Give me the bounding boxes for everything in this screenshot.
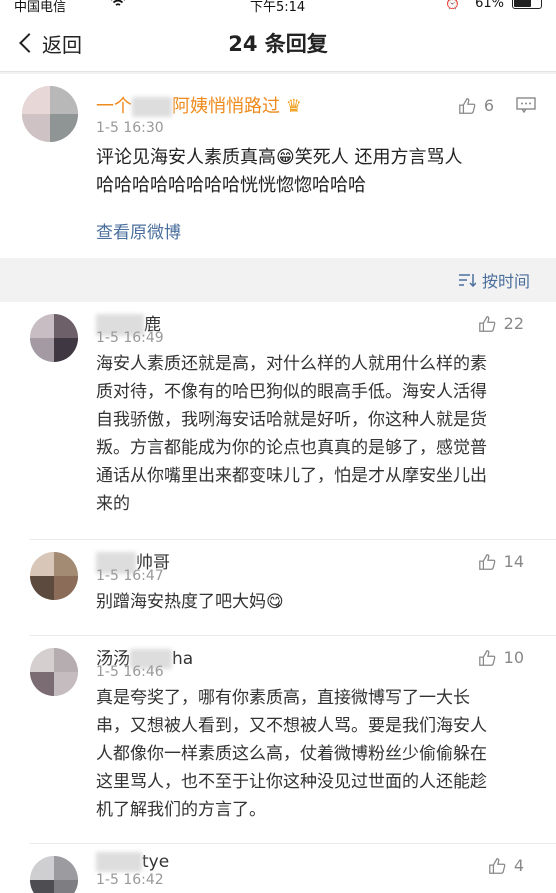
text-line: 哈哈哈哈哈哈哈哈恍恍惚惚哈哈哈 <box>96 175 366 196</box>
thumbs-up-icon <box>478 649 496 666</box>
battery-percent: 61% <box>475 0 504 11</box>
like-count: 22 <box>503 314 524 333</box>
text-line: 机了解我们的方言了。 <box>96 800 266 820</box>
main-timestamp: 1-5 16:30 <box>96 120 164 136</box>
like-count: 10 <box>503 648 524 667</box>
thumbs-up-icon <box>478 553 496 570</box>
reply-text: 真是夸奖了，哪有你素质高，直接微博写了一大长 串，又想被人看到，又不想被人骂。要… <box>96 684 536 824</box>
text-line: 评论见海安人素质真高😁笑死人 还用方言骂人 <box>96 147 463 168</box>
username-suffix: ha <box>172 649 194 669</box>
avatar[interactable] <box>30 314 78 362</box>
nav-bar: 返回 24 条回复 <box>0 14 556 72</box>
text-line: 自我骄傲，我咧海安话哈就是好听，你这种人就是货 <box>96 410 487 430</box>
reply-timestamp: 1-5 16:47 <box>96 568 164 584</box>
text-line: 真是夸奖了，哪有你素质高，直接微博写了一大长 <box>96 688 470 708</box>
text-line: 海安人素质还就是高，对什么样的人就用什么样的素 <box>96 354 487 374</box>
avatar[interactable] <box>30 856 78 893</box>
thumbs-up-icon <box>458 97 476 114</box>
reply-text: 海安人素质还就是高，对什么样的人就用什么样的素 质对待，不像有的哈巴狗似的眼高手… <box>96 350 536 518</box>
like-count: 6 <box>483 96 494 115</box>
text-line: 这里骂人，也不至于让你这种没见过世面的人还能趁 <box>96 772 487 792</box>
reply-timestamp: 1-5 16:46 <box>96 664 164 680</box>
reply-item: 帅哥 1-5 16:47 14 别蹭海安热度了吧大妈😋 <box>0 540 556 636</box>
username-suffix: tye <box>142 852 170 872</box>
sort-bar: 按时间 <box>0 258 556 302</box>
alarm-icon: ⏰ <box>445 0 460 10</box>
like-button[interactable]: 14 <box>478 552 524 571</box>
reply-timestamp: 1-5 16:49 <box>96 330 164 346</box>
avatar[interactable] <box>22 86 78 142</box>
reply-item: 汤汤 ha 1-5 16:46 10 真是夸奖了，哪有你素质高，直接微博写了一大长… <box>0 636 556 844</box>
clock-time: 下午5:14 <box>250 0 306 15</box>
text-line: 通话从你嘴里出来都变味儿了，怕是才从摩安坐儿出 <box>96 466 487 486</box>
blurred-name-block <box>132 97 172 117</box>
text-line: 串，又想被人看到，又不想被人骂。要是我们海安人 <box>96 716 487 736</box>
main-comment: 一个 阿姨悄悄路过 ♛ 1-5 16:30 6 评论见海安人素质真高😁笑死人 还用… <box>0 74 556 258</box>
reply-text: 别蹭海安热度了吧大妈😋 <box>96 588 536 616</box>
carrier-label: 中国电信 <box>14 0 67 15</box>
main-username[interactable]: 一个 阿姨悄悄路过 ♛ <box>96 92 302 118</box>
reply-item: tye 1-5 16:42 4 <box>0 844 556 893</box>
like-count: 4 <box>513 856 524 875</box>
battery-icon <box>512 0 542 9</box>
crown-icon: ♛ <box>285 96 302 117</box>
reply-timestamp: 1-5 16:42 <box>96 872 164 888</box>
status-bar: 中国电信 下午5:14 ⏰ 61% <box>0 0 556 15</box>
avatar[interactable] <box>30 648 78 696</box>
sort-by-time-button[interactable]: 按时间 <box>458 268 530 292</box>
sort-label: 按时间 <box>481 272 530 291</box>
like-count: 14 <box>503 552 524 571</box>
like-button[interactable]: 6 <box>458 96 494 115</box>
blurred-name-block <box>96 852 142 872</box>
thumbs-up-icon <box>478 315 496 332</box>
reply-username[interactable]: tye <box>96 852 169 872</box>
reply-item: 鹿 1-5 16:49 22 海安人素质还就是高，对什么样的人就用什么样的素 质… <box>0 302 556 540</box>
username-prefix: 一个 <box>96 96 132 117</box>
avatar[interactable] <box>30 552 78 600</box>
like-button[interactable]: 4 <box>488 856 524 875</box>
text-line: 来的 <box>96 494 130 514</box>
like-button[interactable]: 22 <box>478 314 524 333</box>
text-line: 人都像你一样素质这么高，仗着微博粉丝少偷偷躲在 <box>96 744 487 764</box>
page-title: 24 条回复 <box>228 32 328 56</box>
username-suffix: 阿姨悄悄路过 <box>172 96 280 117</box>
comment-icon[interactable] <box>516 97 536 113</box>
like-button[interactable]: 10 <box>478 648 524 667</box>
wifi-icon <box>110 0 126 12</box>
text-line: 质对待，不像有的哈巴狗似的眼高手低。海安人活得 <box>96 382 487 402</box>
text-line: 别蹭海安热度了吧大妈😋 <box>96 592 284 612</box>
sort-icon <box>458 274 476 287</box>
main-comment-text: 评论见海安人素质真高😁笑死人 还用方言骂人 哈哈哈哈哈哈哈哈恍恍惚惚哈哈哈 <box>96 144 536 200</box>
thumbs-up-icon <box>488 857 506 874</box>
text-line: 叛。方言都能成为你的论点也真真的是够了，感觉普 <box>96 438 487 458</box>
view-original-link[interactable]: 查看原微博 <box>96 218 181 243</box>
